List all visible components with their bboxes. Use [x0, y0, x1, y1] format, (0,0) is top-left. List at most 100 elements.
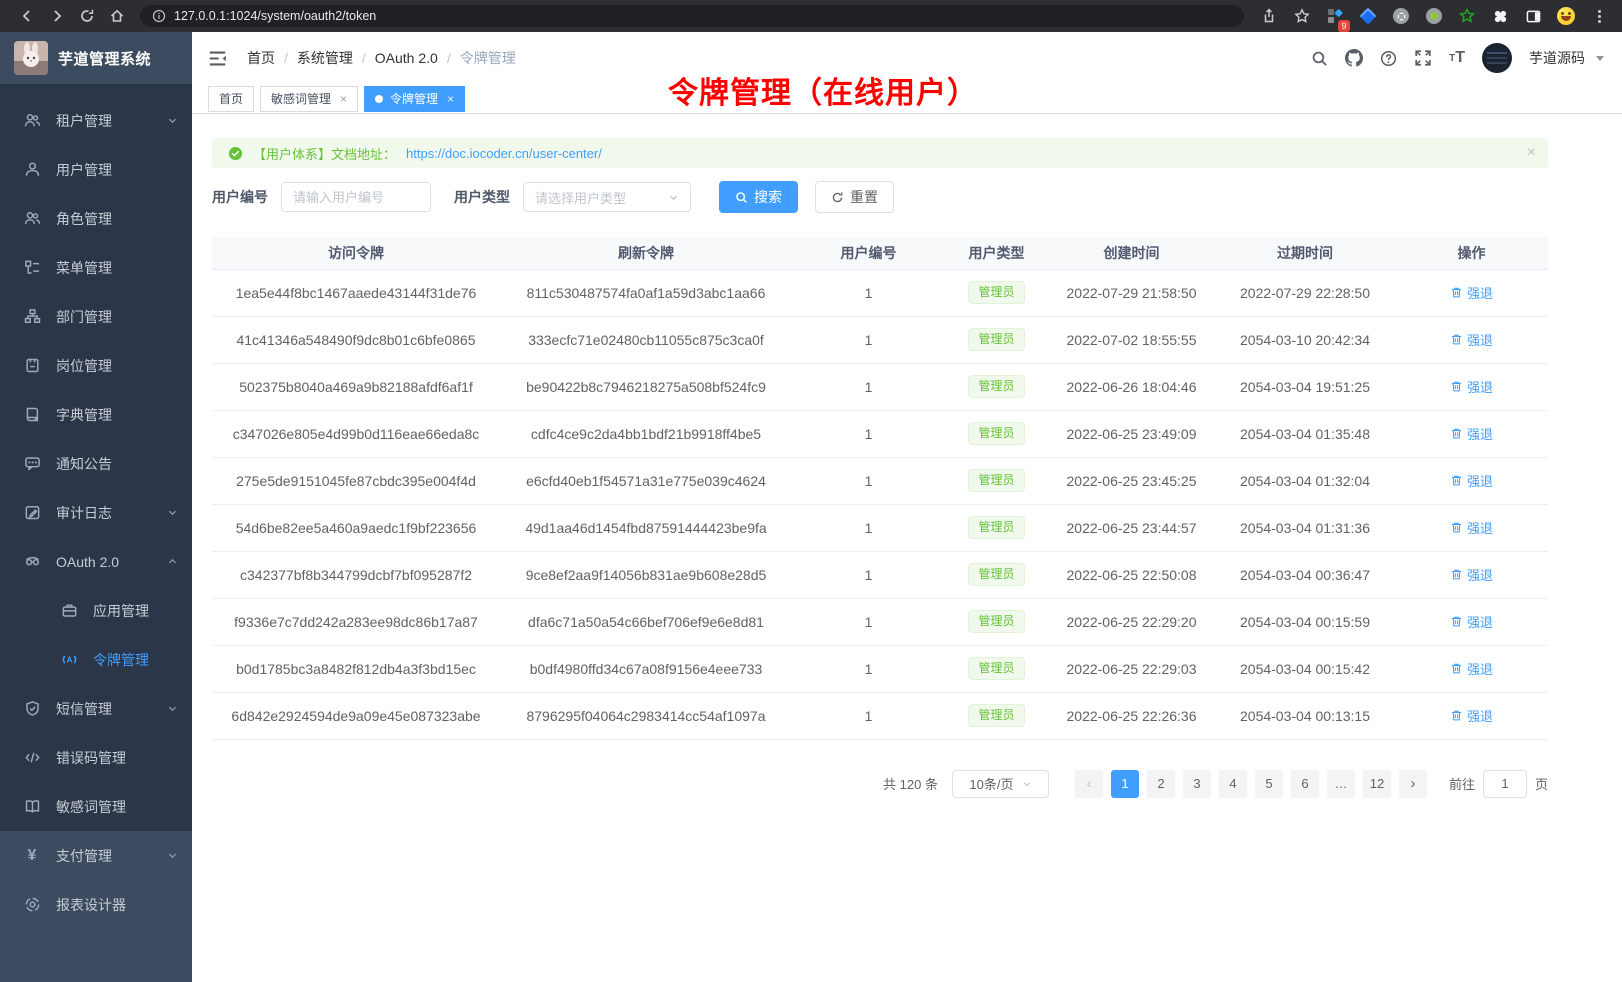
alert-doc-link[interactable]: https://doc.iocoder.cn/user-center/ — [406, 146, 602, 161]
sidebar-item-app-mgmt[interactable]: 应用管理 — [0, 586, 192, 635]
force-logout-button[interactable]: 强退 — [1450, 612, 1493, 631]
force-logout-button[interactable]: 强退 — [1450, 283, 1493, 302]
green-star-extension-icon[interactable] — [1456, 3, 1478, 29]
force-logout-button[interactable]: 强退 — [1450, 518, 1493, 537]
action-cell: 强退 — [1395, 504, 1548, 551]
sidebar-item-sms[interactable]: 短信管理 — [0, 684, 192, 733]
page-button-1[interactable]: 1 — [1111, 770, 1139, 798]
bookmark-star-icon[interactable] — [1291, 3, 1313, 29]
tab-令牌管理[interactable]: 令牌管理× — [364, 86, 465, 112]
user-menu-caret-icon[interactable] — [1596, 56, 1604, 61]
sidebar-nav-light: ¥支付管理报表设计器 — [0, 831, 192, 982]
breadcrumb-item[interactable]: 首页 — [247, 48, 275, 68]
search-icon[interactable] — [1311, 50, 1328, 67]
alert-close-icon[interactable]: × — [1527, 145, 1536, 161]
force-logout-button[interactable]: 强退 — [1450, 706, 1493, 725]
user-type-badge: 管理员 — [968, 422, 1024, 444]
expire-time-cell: 2054-03-04 01:31:36 — [1215, 504, 1395, 551]
sidebar-item-label: 支付管理 — [56, 846, 152, 866]
sidebar-item-pay[interactable]: ¥支付管理 — [0, 831, 192, 880]
record-extension-icon[interactable] — [1423, 3, 1445, 29]
chevron-down-icon — [167, 850, 178, 861]
browser-back-icon[interactable] — [12, 3, 42, 29]
sidebar-item-user[interactable]: 用户管理 — [0, 145, 192, 194]
github-icon[interactable] — [1345, 49, 1363, 67]
force-logout-button[interactable]: 强退 — [1450, 659, 1493, 678]
user-id-cell: 1 — [792, 363, 945, 410]
column-header: 用户类型 — [945, 237, 1048, 269]
font-size-icon[interactable]: TT — [1449, 49, 1465, 67]
sidebar-item-errcode[interactable]: 错误码管理 — [0, 733, 192, 782]
page-button-4[interactable]: 4 — [1219, 770, 1247, 798]
created-time-cell: 2022-06-25 22:26:36 — [1048, 692, 1215, 739]
column-header: 刷新令牌 — [500, 237, 792, 269]
reset-button[interactable]: 重置 — [815, 181, 894, 213]
force-logout-button[interactable]: 强退 — [1450, 424, 1493, 443]
tab-close-icon[interactable]: × — [447, 92, 454, 106]
browser-forward-icon[interactable] — [42, 3, 72, 29]
table-row: f9336e7c7dd242a283ee98dc86b17a87dfa6c71a… — [212, 598, 1548, 645]
trash-icon — [1450, 333, 1463, 346]
page-ellipsis[interactable]: … — [1327, 770, 1355, 798]
sidebar-item-report[interactable]: 报表设计器 — [0, 880, 192, 929]
collapse-sidebar-icon[interactable] — [208, 49, 227, 68]
share-icon[interactable] — [1258, 3, 1280, 29]
search-button[interactable]: 搜索 — [719, 181, 798, 213]
fullscreen-icon[interactable] — [1414, 49, 1432, 67]
sidebar-item-menu[interactable]: 菜单管理 — [0, 243, 192, 292]
user-id-input[interactable] — [281, 182, 431, 212]
gem-extension-icon[interactable] — [1357, 3, 1379, 29]
prev-page-button[interactable]: ‹ — [1075, 770, 1103, 798]
username[interactable]: 芋道源码 — [1529, 48, 1585, 68]
sidebar-item-audit-log[interactable]: 审计日志 — [0, 488, 192, 537]
tab-敏感词管理[interactable]: 敏感词管理× — [260, 86, 358, 112]
user-avatar[interactable] — [1482, 43, 1512, 73]
user-type-badge: 管理员 — [968, 516, 1024, 538]
browser-reload-icon[interactable] — [72, 3, 102, 29]
tab-close-icon[interactable]: × — [340, 92, 347, 106]
force-logout-button[interactable]: 强退 — [1450, 565, 1493, 584]
force-logout-button[interactable]: 强退 — [1450, 377, 1493, 396]
trash-icon — [1450, 286, 1463, 299]
app-logo-row[interactable]: 芋道管理系统 — [0, 32, 192, 84]
tab-首页[interactable]: 首页 — [208, 86, 254, 112]
refresh-token-cell: cdfc4ce9c2da4bb1bdf21b9918ff4be5 — [500, 410, 792, 457]
sidebar-item-dept[interactable]: 部门管理 — [0, 292, 192, 341]
breadcrumb-separator: / — [284, 50, 288, 66]
browser-home-icon[interactable] — [102, 3, 132, 29]
help-icon[interactable] — [1380, 50, 1397, 67]
extensions-icon[interactable]: 9 — [1324, 3, 1346, 29]
page-size-select[interactable]: 10条/页 — [952, 770, 1049, 798]
force-logout-button[interactable]: 强退 — [1450, 330, 1493, 349]
page-button-2[interactable]: 2 — [1147, 770, 1175, 798]
breadcrumb-item[interactable]: 系统管理 — [297, 48, 353, 68]
url-bar[interactable]: 127.0.0.1:1024/system/oauth2/token — [140, 5, 1244, 27]
column-header: 创建时间 — [1048, 237, 1215, 269]
user-type-select[interactable]: 请选择用户类型 — [523, 182, 691, 212]
page-button-6[interactable]: 6 — [1291, 770, 1319, 798]
side-panel-icon[interactable] — [1522, 3, 1544, 29]
sidebar-nav: 租户管理用户管理角色管理菜单管理部门管理岗位管理字典管理通知公告审计日志OAut… — [0, 84, 192, 831]
goto-page-input[interactable] — [1483, 770, 1527, 798]
sidebar-item-tenant[interactable]: 租户管理 — [0, 96, 192, 145]
sidebar-item-notice[interactable]: 通知公告 — [0, 439, 192, 488]
page-button-5[interactable]: 5 — [1255, 770, 1283, 798]
force-logout-button[interactable]: 强退 — [1450, 471, 1493, 490]
sidebar-item-token-mgmt[interactable]: A令牌管理 — [0, 635, 192, 684]
pinwheel-extension-icon[interactable] — [1489, 3, 1511, 29]
next-page-button[interactable]: › — [1399, 770, 1427, 798]
sidebar-item-role[interactable]: 角色管理 — [0, 194, 192, 243]
sidebar-item-post[interactable]: 岗位管理 — [0, 341, 192, 390]
command-extension-icon[interactable] — [1390, 3, 1412, 29]
profile-avatar-icon[interactable] — [1555, 3, 1577, 29]
page-button-3[interactable]: 3 — [1183, 770, 1211, 798]
sidebar-item-sensitive[interactable]: 敏感词管理 — [0, 782, 192, 831]
browser-menu-icon[interactable] — [1588, 3, 1610, 29]
sidebar-item-label: 字典管理 — [56, 405, 178, 425]
page-button-12[interactable]: 12 — [1363, 770, 1391, 798]
breadcrumb-item[interactable]: OAuth 2.0 — [375, 50, 438, 66]
sidebar-item-dict[interactable]: 字典管理 — [0, 390, 192, 439]
sidebar-item-oauth2[interactable]: OAuth 2.0 — [0, 537, 192, 586]
sidebar-item-label: 菜单管理 — [56, 258, 178, 278]
site-info-icon[interactable] — [152, 9, 166, 23]
